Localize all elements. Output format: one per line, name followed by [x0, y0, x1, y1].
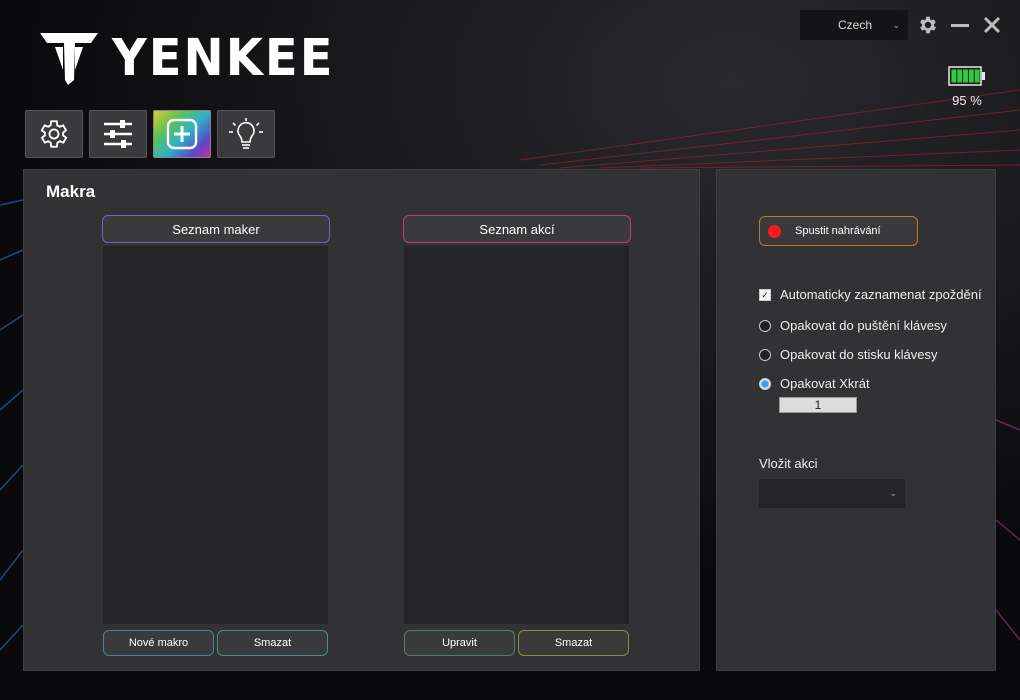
new-macro-button[interactable]: Nové makro — [103, 630, 214, 656]
language-select[interactable]: Czech ⌄ — [800, 10, 908, 40]
repeat-x-times-option: Opakovat Xkrát — [759, 376, 870, 391]
tab-lighting[interactable] — [217, 110, 275, 158]
close-button[interactable] — [980, 11, 1004, 39]
battery-icon — [948, 66, 985, 86]
gear-icon — [920, 16, 936, 34]
tab-settings[interactable] — [25, 110, 83, 158]
macro-list[interactable] — [103, 246, 328, 624]
start-recording-button[interactable]: Spustit nahrávání — [759, 216, 918, 246]
delete-macro-button[interactable]: Smazat — [217, 630, 328, 656]
battery-bar — [957, 69, 963, 83]
tab-performance[interactable] — [89, 110, 147, 158]
minimize-button[interactable] — [948, 11, 972, 39]
battery-percentage: 95 % — [952, 93, 982, 108]
macro-settings-panel: Spustit nahrávání ✓ Automaticky zaznamen… — [716, 169, 996, 671]
brand-logo: YENKEE — [38, 28, 335, 88]
repeat-x-times-label: Opakovat Xkrát — [780, 376, 870, 391]
close-icon — [983, 16, 1001, 34]
repeat-until-press-radio[interactable] — [759, 348, 771, 361]
delete-action-button[interactable]: Smazat — [518, 630, 629, 656]
battery-bar — [951, 69, 957, 83]
battery-indicator: 95 % — [948, 66, 986, 108]
auto-delay-checkbox[interactable]: ✓ — [759, 288, 771, 301]
repeat-count-input[interactable]: 1 — [779, 397, 857, 413]
chevron-down-icon: ⌄ — [889, 488, 897, 498]
repeat-until-release-radio[interactable] — [759, 319, 771, 332]
repeat-x-times-radio[interactable] — [759, 377, 771, 390]
lightbulb-icon — [229, 118, 263, 149]
auto-delay-option: ✓ Automaticky zaznamenat zpoždění — [759, 287, 982, 302]
minimize-icon — [951, 24, 969, 27]
action-list-header: Seznam akcí — [403, 215, 631, 243]
battery-bar — [974, 69, 980, 83]
sliders-icon — [104, 120, 132, 148]
macro-panel: Makra Seznam maker Nové makro Smazat Sez… — [23, 169, 700, 671]
action-list[interactable] — [404, 246, 629, 624]
repeat-until-release-label: Opakovat do puštění klávesy — [780, 318, 947, 333]
page-title: Makra — [46, 182, 96, 201]
insert-action-label: Vložit akci — [759, 456, 818, 471]
brand-name: YENKEE — [112, 28, 335, 88]
insert-action-select[interactable]: ⌄ — [759, 479, 905, 508]
auto-delay-label: Automaticky zaznamenat zpoždění — [780, 287, 982, 302]
battery-bar — [963, 69, 968, 83]
gear-icon — [40, 120, 68, 148]
window-topbar: Czech ⌄ — [800, 10, 1004, 40]
tab-macros[interactable] — [153, 110, 211, 158]
settings-button[interactable] — [916, 11, 940, 39]
plus-square-icon — [166, 118, 198, 150]
repeat-until-press-label: Opakovat do stisku klávesy — [780, 347, 938, 362]
language-value: Czech — [838, 18, 873, 32]
record-icon — [768, 224, 781, 238]
battery-bar — [968, 69, 974, 83]
repeat-until-press-option: Opakovat do stisku klávesy — [759, 347, 938, 362]
chevron-down-icon: ⌄ — [892, 19, 900, 30]
start-recording-label: Spustit nahrávání — [795, 225, 881, 237]
repeat-until-release-option: Opakovat do puštění klávesy — [759, 318, 947, 333]
edit-action-button[interactable]: Upravit — [404, 630, 515, 656]
yenkee-logo-icon — [40, 33, 98, 85]
macro-list-header: Seznam maker — [102, 215, 330, 243]
main-tabs — [25, 110, 275, 158]
